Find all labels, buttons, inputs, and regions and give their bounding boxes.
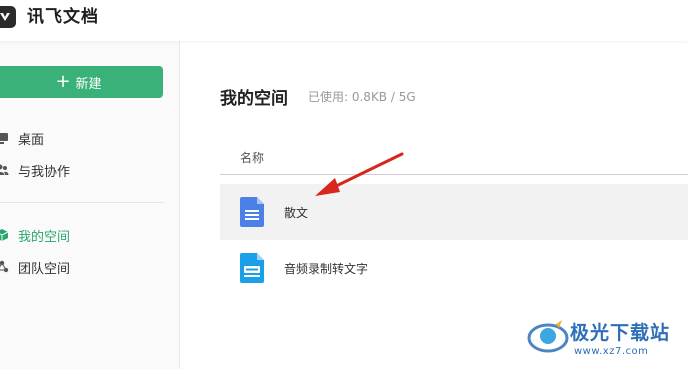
sidebar-item-label: 团队空间	[18, 261, 71, 277]
app-title: 讯飞文档	[27, 7, 99, 27]
watermark-logo-icon	[527, 320, 569, 353]
app-logo-icon	[0, 6, 16, 28]
sidebar-item-team-space[interactable]: 团队空间	[0, 255, 70, 279]
sidebar: + 新建 桌面 与我协作 我的空间 团队空间	[0, 41, 180, 369]
file-row[interactable]: 散文	[220, 184, 688, 240]
watermark-brand: 极光下载站	[570, 322, 671, 344]
sidebar-item-label: 我的空间	[18, 229, 71, 245]
new-button[interactable]: + 新建	[0, 66, 163, 98]
file-row[interactable]: 音频录制转文字	[220, 240, 688, 296]
sidebar-divider	[0, 202, 164, 203]
header-divider	[220, 174, 688, 175]
people-icon	[0, 163, 9, 177]
file-name: 音频录制转文字	[284, 261, 369, 276]
sidebar-item-label: 桌面	[18, 132, 45, 148]
sidebar-item-desktop[interactable]: 桌面	[0, 126, 44, 150]
sidebar-item-my-space[interactable]: 我的空间	[0, 223, 70, 247]
page-title: 我的空间	[220, 89, 288, 109]
team-icon	[0, 260, 9, 274]
top-bar: 讯飞文档	[0, 0, 688, 41]
new-button-label: 新建	[75, 76, 102, 92]
plus-icon: +	[55, 71, 71, 92]
watermark-url: www.xz7.com	[574, 346, 649, 357]
storage-usage: 已使用: 0.8KB / 5G	[308, 90, 416, 104]
sidebar-item-shared[interactable]: 与我协作	[0, 158, 70, 182]
file-name: 散文	[284, 205, 309, 220]
audio-transcript-icon	[240, 253, 264, 283]
desktop-icon	[0, 131, 9, 145]
sidebar-item-label: 与我协作	[18, 164, 71, 180]
column-header-name[interactable]: 名称	[240, 149, 264, 166]
cube-icon	[0, 228, 9, 242]
document-icon	[240, 197, 264, 227]
annotation-arrow-icon	[315, 152, 404, 196]
